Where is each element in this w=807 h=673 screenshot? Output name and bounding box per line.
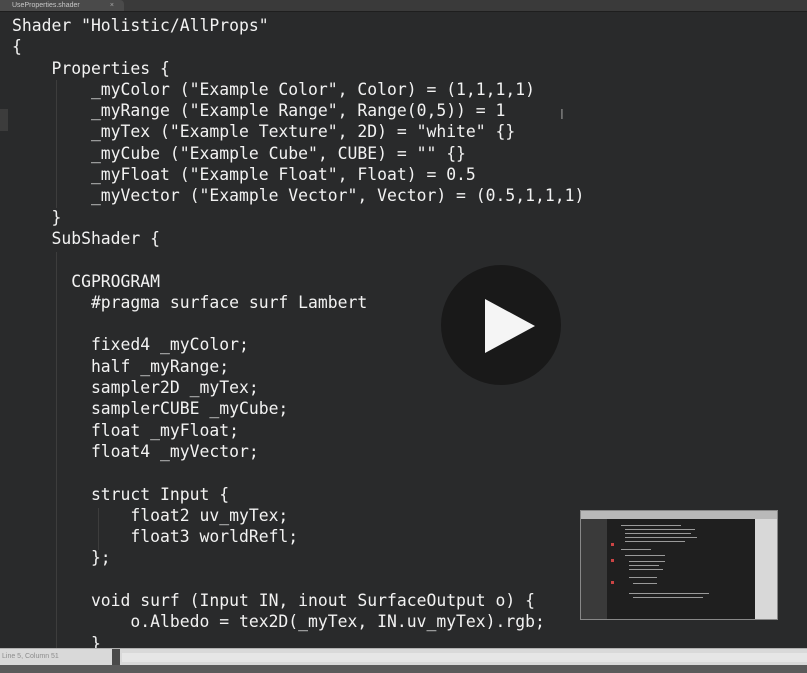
thumbnail-code-line [629, 577, 657, 578]
thumbnail-code-line [625, 533, 691, 534]
thumbnail-panel [755, 519, 777, 619]
thumbnail-marker [611, 543, 614, 546]
thumbnail-code-line [633, 583, 657, 584]
close-icon[interactable]: × [110, 0, 114, 11]
thumbnail-code-line [629, 565, 659, 566]
scrubber-handle[interactable] [112, 649, 120, 666]
thumbnail-code-line [621, 549, 651, 550]
code-line[interactable]: SubShader { [12, 228, 584, 249]
code-line[interactable]: void surf (Input IN, inout SurfaceOutput… [12, 590, 584, 611]
scrubber-track[interactable] [122, 653, 807, 662]
play-button[interactable] [441, 265, 561, 385]
code-line[interactable]: o.Albedo = tex2D(_myTex, IN.uv_myTex).rg… [12, 611, 584, 632]
code-line[interactable]: _myCube ("Example Cube", CUBE) = "" {} [12, 143, 584, 164]
code-line[interactable]: _myColor ("Example Color", Color) = (1,1… [12, 79, 584, 100]
tab-label: UseProperties.shader [12, 2, 80, 9]
code-line[interactable]: float _myFloat; [12, 420, 584, 441]
thumbnail-code-line [625, 537, 697, 538]
thumbnail-code-line [629, 569, 663, 570]
thumbnail-marker [611, 581, 614, 584]
thumbnail-toolbar [581, 511, 777, 519]
code-line[interactable]: samplerCUBE _myCube; [12, 398, 584, 419]
thumbnail-code-line [621, 525, 681, 526]
code-line[interactable]: { [12, 36, 584, 57]
thumbnail-code-line [629, 561, 665, 562]
thumbnail-code-line [633, 597, 703, 598]
status-position: Line 5, Column 51 [2, 653, 59, 660]
thumbnail-code-line [629, 593, 709, 594]
play-icon [485, 299, 535, 353]
code-line[interactable]: _myRange ("Example Range", Range(0,5)) =… [12, 100, 584, 121]
code-line[interactable]: float4 _myVector; [12, 441, 584, 462]
status-bar: Line 5, Column 51 [0, 648, 807, 666]
thumbnail-code-line [625, 529, 695, 530]
editor-window: UseProperties.shader × Shader "Holistic/… [0, 0, 807, 673]
code-line[interactable]: } [12, 207, 584, 228]
code-line[interactable]: struct Input { [12, 484, 584, 505]
code-line[interactable]: }; [12, 547, 584, 568]
tab-useproperties-shader[interactable]: UseProperties.shader × [0, 0, 124, 11]
code-line[interactable]: float2 uv_myTex; [12, 505, 584, 526]
text-cursor-icon: I [560, 108, 564, 123]
code-line[interactable]: _myVector ("Example Vector", Vector) = (… [12, 185, 584, 206]
code-line[interactable] [12, 569, 584, 590]
video-thumbnail-preview[interactable] [580, 510, 778, 620]
bottom-strip [0, 665, 807, 673]
tab-bar: UseProperties.shader × [0, 0, 807, 12]
code-line[interactable]: } [12, 633, 584, 648]
thumbnail-sidebar [581, 519, 607, 619]
current-line-marker [0, 109, 8, 131]
code-line[interactable] [12, 462, 584, 483]
code-line[interactable]: _myTex ("Example Texture", 2D) = "white"… [12, 121, 584, 142]
thumbnail-marker [611, 559, 614, 562]
code-line[interactable]: Shader "Holistic/AllProps" [12, 15, 584, 36]
code-line[interactable]: float3 worldRefl; [12, 526, 584, 547]
thumbnail-code-line [625, 555, 665, 556]
code-line[interactable]: Properties { [12, 58, 584, 79]
thumbnail-code-line [625, 541, 685, 542]
code-line[interactable]: _myFloat ("Example Float", Float) = 0.5 [12, 164, 584, 185]
